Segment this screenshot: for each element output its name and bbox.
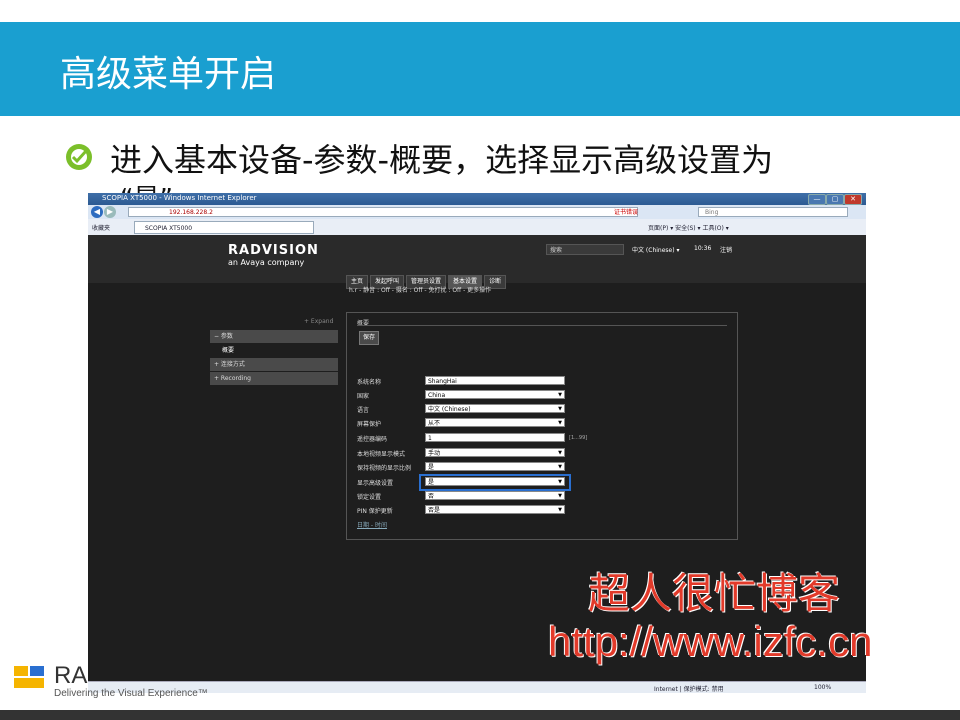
sidebar-item-connection[interactable]: + 连接方式 bbox=[210, 358, 338, 371]
select-value: 手动 bbox=[428, 450, 441, 457]
footer-bar bbox=[0, 710, 960, 720]
status-line: h.r - 静音 : Off - 摄名 : Off - 免打扰 : Off - … bbox=[349, 287, 492, 294]
select-value: China bbox=[428, 392, 446, 399]
field-label: 保持视频的显示比例 bbox=[357, 465, 412, 472]
field-label: 本地视频显示模式 bbox=[357, 451, 406, 458]
watermark-title: 超人很忙博客 bbox=[588, 569, 841, 618]
forward-arrow-icon[interactable]: ▶ bbox=[104, 206, 116, 218]
chevron-down-icon: ▼ bbox=[558, 450, 562, 456]
field-label: 语言 bbox=[357, 407, 370, 414]
logout-link[interactable]: 注销 bbox=[720, 245, 732, 254]
back-arrow-icon[interactable]: ◀ bbox=[91, 206, 103, 218]
save-button[interactable]: 保存 bbox=[359, 331, 380, 345]
app-search-input[interactable]: 搜索 bbox=[546, 244, 624, 255]
app-header: RADVISION an Avaya company 搜索 中文 (Chines… bbox=[88, 235, 866, 289]
select-value: 否 bbox=[428, 493, 435, 500]
url-input[interactable]: 192.168.228.2 bbox=[128, 207, 638, 217]
remote-code-field[interactable]: 1 bbox=[425, 433, 565, 442]
sidebar-item-params[interactable]: − 参数 bbox=[210, 330, 338, 343]
close-button[interactable]: ✕ bbox=[844, 194, 862, 205]
chevron-down-icon: ▼ bbox=[558, 493, 562, 499]
browser-tab[interactable]: SCOPIA XT5000 bbox=[134, 221, 314, 234]
pin-protect-select[interactable]: 否是 ▼ bbox=[425, 505, 565, 514]
settings-panel: 概要 保存 系统名称 ShangHai 国家 China ▼ 语言 中文 (Chi… bbox=[346, 312, 738, 540]
chevron-down-icon: ▼ bbox=[558, 464, 562, 470]
sidebar-item-recording[interactable]: + Recording bbox=[210, 372, 338, 385]
highlight-box bbox=[419, 474, 571, 491]
security-zone: Internet | 保护模式: 禁用 bbox=[654, 686, 724, 693]
sidebar: − 参数 概要 + 连接方式 + Recording bbox=[210, 330, 338, 386]
field-label: 显示高级设置 bbox=[357, 480, 394, 487]
logo-subtitle: an Avaya company bbox=[228, 258, 305, 267]
date-time-link[interactable]: 日期 - 时间 bbox=[357, 520, 387, 529]
zoom-level[interactable]: 100% bbox=[814, 684, 831, 691]
favorites-button[interactable]: 收藏夹 bbox=[92, 223, 110, 232]
radvision-square-logo-icon bbox=[14, 666, 44, 688]
bullet-check-icon bbox=[66, 144, 92, 170]
address-bar: ◀ ▶ 192.168.228.2 证书错误 Bing bbox=[88, 205, 866, 219]
sidebar-item-overview[interactable]: 概要 bbox=[210, 344, 338, 357]
radvision-logo: RADVISION bbox=[228, 243, 319, 258]
expand-link[interactable]: + Expand bbox=[304, 318, 333, 325]
field-label: 遥控器编码 bbox=[357, 436, 388, 443]
footer-brand: RA bbox=[54, 662, 88, 689]
field-label: 系统名称 bbox=[357, 379, 382, 386]
divider bbox=[357, 325, 727, 326]
chevron-down-icon: ▼ bbox=[558, 420, 562, 426]
screensaver-select[interactable]: 从不 ▼ bbox=[425, 418, 565, 427]
window-title: SCOPIA XT5000 - Windows Internet Explore… bbox=[102, 194, 257, 202]
favorites-bar: 收藏夹 SCOPIA XT5000 页面(P) ▾ 安全(S) ▾ 工具(O) … bbox=[88, 219, 866, 236]
select-value: 是 bbox=[428, 464, 435, 471]
select-value: 否是 bbox=[428, 507, 441, 514]
bullet-text-continued: “是” bbox=[120, 178, 173, 194]
chevron-down-icon: ▼ bbox=[558, 507, 562, 513]
system-name-field[interactable]: ShangHai bbox=[425, 376, 565, 385]
command-bar[interactable]: 页面(P) ▾ 安全(S) ▾ 工具(O) ▾ bbox=[648, 223, 729, 232]
field-label: 锁定设置 bbox=[357, 494, 382, 501]
slide-title: 高级菜单开启 bbox=[60, 54, 277, 95]
select-value: 中文 (Chinese) bbox=[428, 406, 471, 413]
language-select[interactable]: 中文 (Chinese) ▼ bbox=[425, 404, 565, 413]
watermark-url: http://www.izfc.cn bbox=[548, 618, 873, 665]
maximize-button[interactable]: ▢ bbox=[826, 194, 844, 205]
bullet-text: 进入基本设备-参数-概要，选择显示高级设置为 bbox=[110, 141, 774, 179]
chevron-down-icon: ▼ bbox=[558, 392, 562, 398]
keep-aspect-select[interactable]: 是 ▼ bbox=[425, 462, 565, 471]
minimize-button[interactable]: — bbox=[808, 194, 826, 205]
chevron-down-icon: ▼ bbox=[558, 406, 562, 412]
clock: 10:36 bbox=[694, 245, 712, 252]
field-label: 屏幕保护 bbox=[357, 421, 382, 428]
search-input[interactable]: Bing bbox=[698, 207, 848, 217]
language-select[interactable]: 中文 (Chinese) ▾ bbox=[632, 245, 679, 254]
field-label: 国家 bbox=[357, 393, 370, 400]
lock-settings-select[interactable]: 否 ▼ bbox=[425, 491, 565, 500]
country-select[interactable]: China ▼ bbox=[425, 390, 565, 399]
footer-tagline: Delivering the Visual Experience™ bbox=[54, 688, 208, 699]
range-hint: [1...99] bbox=[569, 435, 588, 441]
select-value: 从不 bbox=[428, 420, 441, 427]
field-label: PIN 保护更新 bbox=[357, 508, 393, 515]
local-video-mode-select[interactable]: 手动 ▼ bbox=[425, 448, 565, 457]
nav-tabs: 主页 发起呼叫 管理员设置 基本设置 诊断 bbox=[346, 268, 508, 289]
certificate-error-label[interactable]: 证书错误 bbox=[614, 207, 638, 216]
title-bar: SCOPIA XT5000 - Windows Internet Explore… bbox=[88, 193, 866, 205]
